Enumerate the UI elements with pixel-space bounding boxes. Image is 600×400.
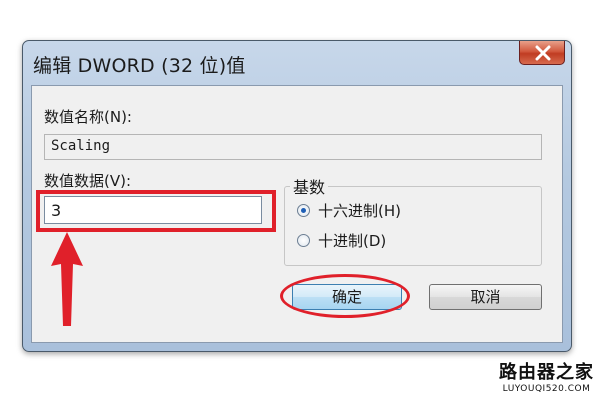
edit-dword-dialog: 编辑 DWORD (32 位)值 数值名称(N): Scaling 数值数据(V… <box>22 40 572 352</box>
base-group-title: 基数 <box>290 174 329 198</box>
radio-hex-label: 十六进制(H) <box>318 201 401 220</box>
radio-decimal[interactable]: 十进制(D) <box>297 230 386 250</box>
radio-hex[interactable]: 十六进制(H) <box>297 200 401 220</box>
value-name-field: Scaling <box>44 134 542 160</box>
radio-decimal-button[interactable] <box>297 233 310 247</box>
cancel-button[interactable]: 取消 <box>429 284 542 310</box>
highlight-ellipse <box>280 274 410 318</box>
radio-hex-button[interactable] <box>297 203 310 217</box>
value-data-label: 数值数据(V): <box>44 172 132 190</box>
value-name-label: 数值名称(N): <box>44 108 132 126</box>
close-icon <box>535 45 551 61</box>
value-name-text: Scaling <box>51 138 111 154</box>
watermark-main: 路由器之家 <box>499 362 594 383</box>
dialog-body: 数值名称(N): Scaling 数值数据(V): 基数 十六进制(H) 十进制… <box>31 85 563 343</box>
dialog-title: 编辑 DWORD (32 位)值 <box>33 55 246 77</box>
base-groupbox <box>284 186 542 266</box>
watermark: 路由器之家 LUYOUQI520.COM <box>499 358 594 394</box>
radio-decimal-label: 十进制(D) <box>318 231 387 250</box>
watermark-sub: LUYOUQI520.COM <box>502 384 591 394</box>
close-button[interactable] <box>519 41 565 65</box>
highlight-box <box>36 190 276 232</box>
red-arrow-icon <box>51 232 83 326</box>
title-bar[interactable]: 编辑 DWORD (32 位)值 <box>23 41 571 85</box>
